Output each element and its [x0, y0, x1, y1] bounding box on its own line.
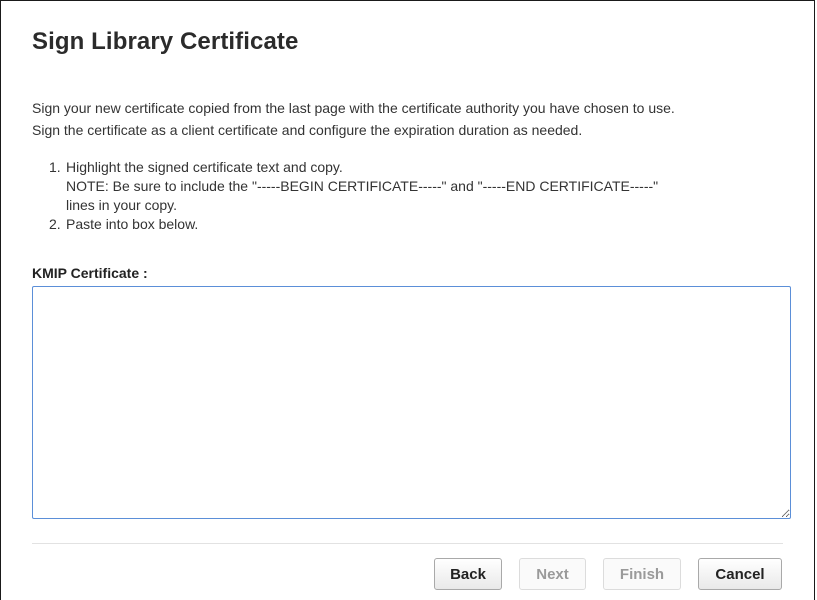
step-line: NOTE: Be sure to include the "-----BEGIN… — [66, 178, 659, 194]
kmip-certificate-input[interactable] — [32, 286, 791, 519]
instructions-list: 1. Highlight the signed certificate text… — [49, 158, 789, 234]
intro-line: Sign the certificate as a client certifi… — [32, 122, 583, 138]
finish-button[interactable]: Finish — [603, 558, 681, 590]
page-title: Sign Library Certificate — [32, 28, 299, 55]
step-line: Highlight the signed certificate text an… — [66, 159, 343, 175]
step-text: Paste into box below. — [66, 215, 789, 234]
intro-text: Sign your new certificate copied from th… — [32, 97, 802, 141]
list-item: 1. Highlight the signed certificate text… — [49, 158, 789, 215]
kmip-certificate-label: KMIP Certificate : — [32, 265, 148, 281]
sign-certificate-dialog: Sign Library Certificate Sign your new c… — [0, 0, 815, 600]
intro-line: Sign your new certificate copied from th… — [32, 100, 675, 116]
back-button[interactable]: Back — [434, 558, 502, 590]
step-line: lines in your copy. — [66, 197, 178, 213]
footer-divider — [32, 543, 783, 544]
step-line: Paste into box below. — [66, 216, 199, 232]
next-button[interactable]: Next — [519, 558, 586, 590]
step-text: Highlight the signed certificate text an… — [66, 158, 789, 215]
list-item: 2. Paste into box below. — [49, 215, 789, 234]
step-number: 2. — [49, 216, 61, 232]
cancel-button[interactable]: Cancel — [698, 558, 782, 590]
step-number: 1. — [49, 159, 61, 175]
